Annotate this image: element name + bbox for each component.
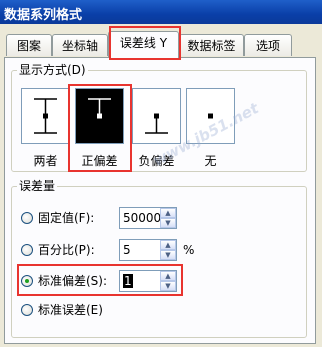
error-bar-none-label: 无 [204, 154, 217, 168]
spin-up-icon[interactable]: ▲ [160, 208, 176, 218]
error-bar-minus-icon [145, 113, 168, 134]
error-bar-both-label: 两者 [33, 154, 58, 168]
percentage-spinner[interactable]: 5 ▲ ▼ [119, 239, 177, 261]
spin-up-icon[interactable]: ▲ [160, 271, 176, 281]
tab-options[interactable]: 选项 [244, 34, 292, 56]
error-bar-both-option[interactable] [21, 88, 70, 144]
error-bar-plus-label: 正偏差 [81, 154, 118, 168]
error-bar-none-icon [208, 113, 213, 119]
percentage-label: 百分比(P): [38, 243, 95, 257]
error-bar-none-option[interactable] [186, 88, 235, 144]
error-bar-both-icon [34, 98, 57, 134]
error-bar-plus-icon [88, 98, 111, 119]
spin-down-icon[interactable]: ▼ [160, 250, 176, 260]
amount-group-title: 误差量 [17, 179, 58, 193]
error-bar-plus-option[interactable] [75, 88, 124, 144]
std-deviation-label: 标准偏差(S): [38, 274, 108, 288]
fixed-value-label: 固定值(F): [38, 211, 95, 225]
fixed-value-radio[interactable] [21, 212, 33, 224]
error-bar-minus-label: 负偏差 [138, 154, 175, 168]
dialog-body: 图案 坐标轴 误差线 Y 数据标签 选项 显示方式(D) 两者 正偏差 负偏差 … [0, 24, 322, 347]
percentage-input[interactable]: 5 [123, 243, 131, 257]
std-deviation-input[interactable]: 1 [123, 274, 133, 288]
tab-strip: 图案 坐标轴 误差线 Y 数据标签 选项 [0, 24, 322, 58]
window-title-bar: 数据系列格式 [0, 0, 322, 24]
tab-error-bars-y[interactable]: 误差线 Y [108, 31, 179, 58]
std-deviation-spinner[interactable]: 1 ▲ ▼ [119, 270, 177, 292]
tab-axis[interactable]: 坐标轴 [52, 34, 108, 56]
std-error-radio[interactable] [21, 304, 33, 316]
error-bar-minus-option[interactable] [132, 88, 181, 144]
display-group-title: 显示方式(D) [17, 63, 88, 77]
std-error-label: 标准误差(E) [38, 303, 103, 317]
spin-down-icon[interactable]: ▼ [160, 281, 176, 291]
tab-pattern[interactable]: 图案 [6, 34, 52, 56]
spin-down-icon[interactable]: ▼ [160, 218, 176, 228]
percentage-radio[interactable] [21, 244, 33, 256]
tab-data-labels[interactable]: 数据标签 [179, 34, 244, 56]
std-deviation-radio[interactable] [21, 275, 33, 287]
window-title: 数据系列格式 [4, 8, 83, 23]
fixed-value-spinner[interactable]: 50000 ▲ ▼ [119, 207, 177, 229]
tab-panel: 显示方式(D) 两者 正偏差 负偏差 无 误差量 固定值(F): 50000 ▲… [4, 57, 316, 344]
fixed-value-input[interactable]: 50000 [123, 211, 161, 225]
spin-up-icon[interactable]: ▲ [160, 240, 176, 250]
percent-unit: % [183, 243, 195, 257]
